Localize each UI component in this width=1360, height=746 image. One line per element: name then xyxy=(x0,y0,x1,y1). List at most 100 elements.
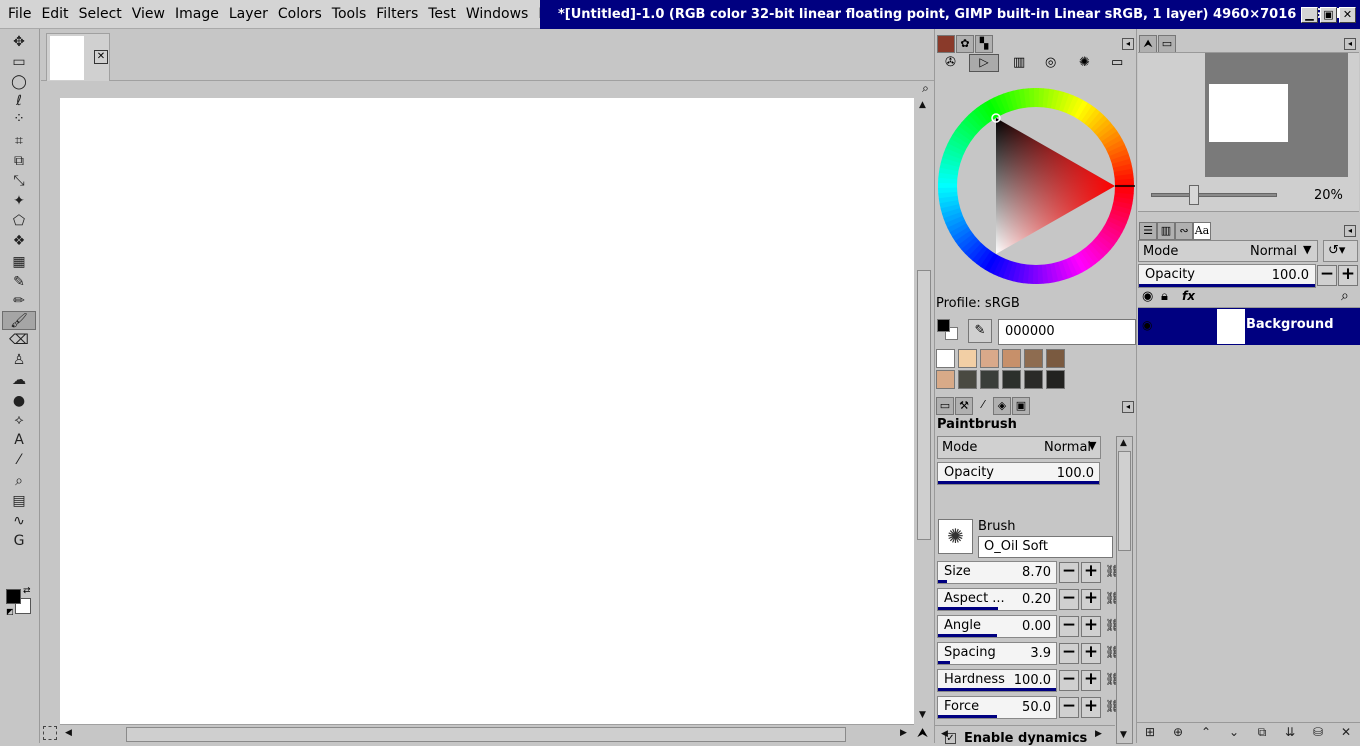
unified-transform-icon[interactable]: ⧉ xyxy=(7,152,31,171)
move-tool-icon[interactable]: ✥ xyxy=(7,33,31,52)
foreground-color-swatch[interactable] xyxy=(6,589,21,604)
color-history-swatch[interactable] xyxy=(958,349,977,368)
zoom-icon[interactable]: ⌕ xyxy=(7,472,31,491)
navigator-menu-icon[interactable]: ◂ xyxy=(1344,38,1356,50)
zoom-slider-track[interactable] xyxy=(1151,193,1277,197)
navigator-preview[interactable] xyxy=(1205,53,1348,177)
menu-select[interactable]: Select xyxy=(74,0,127,29)
menu-edit[interactable]: Edit xyxy=(36,0,73,29)
default-colors-icon[interactable]: ◩ xyxy=(6,607,14,616)
color-picker-icon[interactable]: ⁄ xyxy=(7,451,31,470)
color-history-swatch[interactable] xyxy=(1002,349,1021,368)
paintbrush-icon[interactable]: 🖌 xyxy=(2,311,36,330)
delete-layer-icon[interactable]: ✕ xyxy=(1337,725,1355,741)
new-layer-group-icon[interactable]: ⊕ xyxy=(1169,725,1187,741)
navigator-viewport[interactable] xyxy=(1209,84,1288,142)
paint-icon[interactable]: ❖ xyxy=(7,232,31,251)
color-history-swatch[interactable] xyxy=(1002,370,1021,389)
increase-button[interactable]: + xyxy=(1081,643,1101,664)
navigator-tab-icon[interactable]: ⮝ xyxy=(1139,35,1157,53)
layer-row-background[interactable]: ◉ Background xyxy=(1138,308,1360,345)
menu-image[interactable]: Image xyxy=(170,0,224,29)
decrease-button[interactable]: − xyxy=(1059,562,1079,583)
color-history-swatch[interactable] xyxy=(1046,349,1065,368)
color-wheel[interactable] xyxy=(937,87,1135,285)
tool-options-hscroll[interactable]: ◀ ▶ xyxy=(935,725,1115,743)
fuzzy-select-icon[interactable]: ⁘ xyxy=(7,110,31,129)
mypaint-brush-icon[interactable]: ✎ xyxy=(7,273,31,292)
undo-history-tab-icon[interactable]: ▣ xyxy=(1012,397,1030,415)
opacity-slider[interactable]: Opacity 100.0 xyxy=(937,462,1100,485)
brush-name-field[interactable]: O_Oil Soft xyxy=(978,536,1113,558)
layer-visibility-icon[interactable]: ◉ xyxy=(1142,318,1152,332)
watercolor-selector-icon[interactable]: ◎ xyxy=(1045,55,1056,70)
layers-tab-icon[interactable]: ☰ xyxy=(1139,222,1157,240)
patterns-tab-icon[interactable]: ▚ xyxy=(975,35,993,53)
layer-name[interactable]: Background xyxy=(1246,317,1334,332)
paint-mode-select[interactable]: Mode Normal ▼ xyxy=(937,436,1101,459)
options-scroll-down-icon[interactable]: ▼ xyxy=(1120,730,1127,740)
crop-icon[interactable]: ⌗ xyxy=(7,132,31,151)
curves-icon[interactable]: ∿ xyxy=(7,512,31,531)
layer-opacity-slider[interactable]: Opacity 100.0 xyxy=(1138,264,1316,288)
hex-color-input[interactable]: 000000 xyxy=(998,319,1136,345)
zoom-slider-knob[interactable] xyxy=(1189,185,1199,205)
options-scroll-up-icon[interactable]: ▲ xyxy=(1120,438,1127,448)
swap-colors-icon[interactable]: ⇄ xyxy=(23,586,31,596)
param-slider[interactable]: Aspect ... 0.20 xyxy=(937,588,1057,611)
increase-button[interactable]: + xyxy=(1081,616,1101,637)
param-slider[interactable]: Angle 0.00 xyxy=(937,615,1057,638)
decrease-button[interactable]: − xyxy=(1059,643,1079,664)
increase-button[interactable]: + xyxy=(1081,562,1101,583)
close-tab-icon[interactable]: ✕ xyxy=(94,50,108,64)
menu-filters[interactable]: Filters xyxy=(371,0,423,29)
lock-icon[interactable]: 🔒︎ xyxy=(1161,289,1168,304)
color-history-swatch[interactable] xyxy=(958,370,977,389)
scroll-left-icon[interactable]: ◀ xyxy=(65,728,72,738)
pencil-icon[interactable]: ✏ xyxy=(7,292,31,311)
dodge-icon[interactable]: ● xyxy=(7,392,31,411)
scales-selector-icon[interactable]: ✺ xyxy=(1079,55,1090,70)
brushes-tab-icon[interactable]: ✿ xyxy=(956,35,974,53)
menu-test[interactable]: Test xyxy=(423,0,461,29)
image-tab[interactable]: ✕ xyxy=(46,33,110,81)
close-window-button[interactable]: ✕ xyxy=(1339,7,1356,23)
color-history-swatch[interactable] xyxy=(980,349,999,368)
tool-options-scrollbar[interactable]: ▲ ▼ xyxy=(1116,436,1133,744)
param-slider[interactable]: Force 50.0 xyxy=(937,696,1057,719)
menu-file[interactable]: File xyxy=(3,0,36,29)
raise-layer-icon[interactable]: ⌃ xyxy=(1197,725,1215,741)
paintbrush-tab-icon[interactable]: ⁄ xyxy=(974,397,992,415)
scroll-up-icon[interactable]: ▲ xyxy=(919,100,926,110)
paths-tab-icon[interactable]: ∾ xyxy=(1175,222,1193,240)
add-mask-icon[interactable]: ⛁ xyxy=(1309,725,1327,741)
layer-composite-button[interactable]: ↺▾ xyxy=(1323,240,1358,262)
search-icon[interactable]: ⌕ xyxy=(1341,288,1349,304)
wheel-selector-icon[interactable]: ▷ xyxy=(969,54,999,72)
channels-tab-icon[interactable]: ▥ xyxy=(1157,222,1175,240)
horizontal-scrollbar[interactable]: ◀ ▶ xyxy=(60,724,914,743)
scroll-down-icon[interactable]: ▼ xyxy=(919,710,926,720)
cmyk-selector-icon[interactable]: ▥ xyxy=(1013,55,1025,70)
menu-view[interactable]: View xyxy=(127,0,170,29)
param-slider[interactable]: Hardness 100.0 xyxy=(937,669,1057,692)
fg-bg-colors-tab-icon[interactable] xyxy=(937,35,955,53)
vertical-scrollbar[interactable]: ▲ ▼ xyxy=(914,98,934,724)
color-history-swatch[interactable] xyxy=(1046,370,1065,389)
layer-mode-select[interactable]: Mode Normal ▼ xyxy=(1138,240,1318,262)
layer-opacity-minus-button[interactable]: − xyxy=(1317,265,1337,286)
horizontal-scroll-thumb[interactable] xyxy=(126,727,846,742)
brush-preview[interactable]: ✺ xyxy=(938,519,973,554)
menu-windows[interactable]: Windows xyxy=(461,0,534,29)
lower-layer-icon[interactable]: ⌄ xyxy=(1225,725,1243,741)
navigate-icon[interactable]: ⌕ xyxy=(917,81,934,98)
canvas[interactable] xyxy=(60,98,914,724)
options-scroll-thumb[interactable] xyxy=(1118,451,1131,551)
text-icon[interactable]: A xyxy=(7,431,31,450)
clone-icon[interactable]: ♙ xyxy=(7,351,31,370)
color-history-swatch[interactable] xyxy=(936,349,955,368)
fg-bg-color-selector[interactable]: ⇄ ◩ xyxy=(6,586,36,619)
color-history-swatch[interactable] xyxy=(1024,370,1043,389)
decrease-button[interactable]: − xyxy=(1059,670,1079,691)
param-slider[interactable]: Spacing 3.9 xyxy=(937,642,1057,665)
